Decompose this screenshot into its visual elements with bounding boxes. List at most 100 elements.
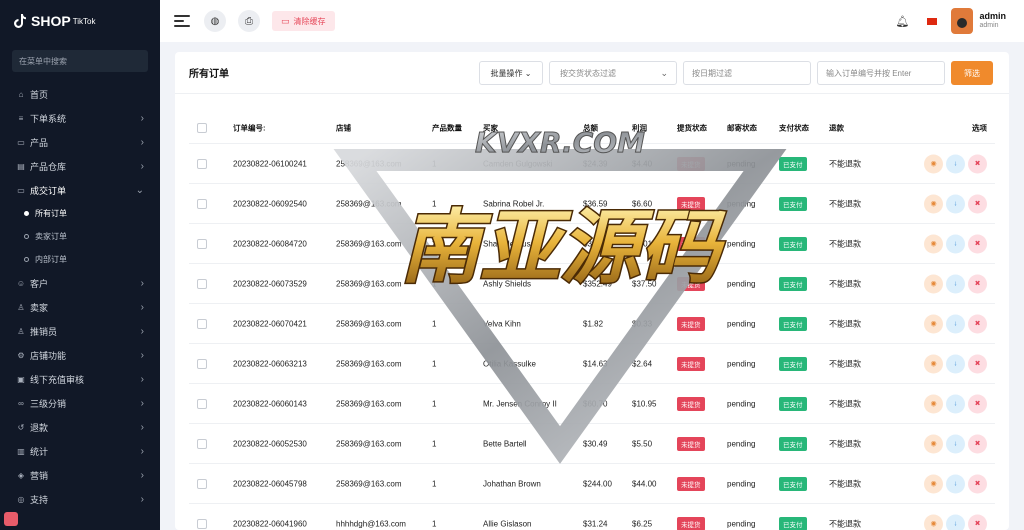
sidebar-item-order-system[interactable]: ≡ 下单系统 › (0, 106, 160, 130)
user-menu[interactable]: admin admin (979, 11, 1006, 30)
delete-button[interactable]: ✖ (968, 434, 987, 453)
row-checkbox[interactable] (197, 358, 207, 369)
view-button[interactable]: ◉ (924, 474, 943, 493)
delete-button[interactable]: ✖ (968, 514, 987, 530)
chevron-right-icon: › (140, 469, 144, 481)
bell-icon[interactable]: 🔔︎ (896, 15, 910, 28)
cell-qty: 1 (432, 359, 437, 368)
col-pay: 支付状态 (779, 123, 809, 133)
sidebar-item-statistics[interactable]: ▥ 统计 › (0, 439, 160, 463)
sidebar-item-promoters[interactable]: ♙ 推销员 › (0, 319, 160, 343)
view-button[interactable]: ◉ (924, 314, 943, 333)
filter-button[interactable]: 筛选 (951, 61, 993, 85)
sidebar-item-warehouse[interactable]: ▤ 产品仓库 › (0, 154, 160, 178)
table-row: 20230822-06060143 258369@163.com 1 Mr. Jens… (189, 384, 995, 424)
batch-actions-button[interactable]: 批量操作 ⌄ (479, 61, 543, 85)
cell-mail-status: pending (727, 319, 756, 328)
brand-logo[interactable]: SHOP TikTok (0, 0, 160, 42)
cell-buyer: Sabrina Robel Jr. (483, 199, 545, 208)
sidebar-item-marketing[interactable]: ◈ 营销 › (0, 463, 160, 487)
order-search-input[interactable] (817, 61, 945, 85)
download-button[interactable]: ↓ (946, 194, 965, 213)
delete-button[interactable]: ✖ (968, 354, 987, 373)
trash-icon: ✖ (974, 520, 981, 528)
clear-cache-button[interactable]: ▭ 清除缓存 (272, 11, 335, 31)
row-checkbox[interactable] (197, 158, 207, 169)
print-button[interactable]: ⎙ (238, 10, 260, 32)
delete-button[interactable]: ✖ (968, 394, 987, 413)
row-checkbox[interactable] (197, 278, 207, 289)
eye-icon: ◉ (930, 480, 937, 488)
language-flag-icon[interactable] (927, 17, 938, 25)
download-button[interactable]: ↓ (946, 394, 965, 413)
sidebar-item-label: 线下充值审核 (30, 374, 85, 385)
view-button[interactable]: ◉ (924, 154, 943, 173)
table-row: 20230822-06041960 hhhhdgh@163.com 1 Allie G… (189, 504, 995, 530)
sidebar-item-shop-functions[interactable]: ⚙ 店铺功能 › (0, 343, 160, 367)
sidebar-subitem-internal-orders[interactable]: 内部订单 (0, 248, 160, 271)
download-button[interactable]: ↓ (946, 474, 965, 493)
chevron-right-icon: › (140, 136, 144, 148)
row-actions: ◉ ↓ ✖ (924, 354, 987, 373)
download-button[interactable]: ↓ (946, 314, 965, 333)
row-checkbox[interactable] (197, 238, 207, 249)
sidebar-item-distribution[interactable]: ∞ 三级分销 › (0, 391, 160, 415)
sidebar-subitem-all-orders[interactable]: 所有订单 (0, 202, 160, 225)
row-checkbox[interactable] (197, 518, 207, 529)
row-checkbox[interactable] (197, 318, 207, 329)
download-button[interactable]: ↓ (946, 274, 965, 293)
cell-profit: $44.00 (632, 479, 657, 488)
cell-order-no: 20230822-06084720 (233, 239, 307, 248)
sidebar-item-sellers[interactable]: ♙ 卖家 › (0, 295, 160, 319)
sidebar-item-orders[interactable]: ▭ 成交订单 ⌄ (0, 178, 160, 202)
sidebar-item-recharge-review[interactable]: ▣ 线下充值审核 › (0, 367, 160, 391)
view-button[interactable]: ◉ (924, 434, 943, 453)
cell-shop: 258369@163.com (336, 399, 402, 408)
delete-button[interactable]: ✖ (968, 474, 987, 493)
view-button[interactable]: ◉ (924, 354, 943, 373)
view-button[interactable]: ◉ (924, 234, 943, 253)
sidebar-item-customers[interactable]: ☺ 客户 › (0, 271, 160, 295)
download-button[interactable]: ↓ (946, 434, 965, 453)
sidebar-item-products[interactable]: ▭ 产品 › (0, 130, 160, 154)
view-button[interactable]: ◉ (924, 394, 943, 413)
menu-toggle-icon[interactable] (174, 15, 190, 27)
trash-icon: ✖ (974, 360, 981, 368)
view-button[interactable]: ◉ (924, 514, 943, 530)
delete-button[interactable]: ✖ (968, 314, 987, 333)
delete-button[interactable]: ✖ (968, 194, 987, 213)
row-actions: ◉ ↓ ✖ (924, 274, 987, 293)
app-badge-icon[interactable] (4, 512, 18, 526)
pickup-status-badge: 未提货 (677, 196, 705, 211)
delete-button[interactable]: ✖ (968, 154, 987, 173)
select-all-checkbox[interactable] (197, 123, 207, 133)
delete-button[interactable]: ✖ (968, 234, 987, 253)
cell-refund: 不能退款 (829, 439, 861, 448)
row-actions: ◉ ↓ ✖ (924, 474, 987, 493)
row-checkbox[interactable] (197, 478, 207, 489)
sidebar-item-label: 退款 (30, 422, 49, 433)
avatar[interactable] (951, 8, 974, 34)
sidebar-menu: ⌂ 首页 ≡ 下单系统 › ▭ 产品 › ▤ 产品仓库 › ▭ 成交订单 ⌄ 所有订单 卖家订单 … (0, 82, 160, 511)
sidebar-item-support[interactable]: ◎ 支持 › (0, 487, 160, 511)
sidebar-item-home[interactable]: ⌂ 首页 (0, 82, 160, 106)
date-filter-input[interactable] (683, 61, 811, 85)
view-button[interactable]: ◉ (924, 274, 943, 293)
sidebar-item-refunds[interactable]: ↺ 退款 › (0, 415, 160, 439)
view-button[interactable]: ◉ (924, 194, 943, 213)
download-button[interactable]: ↓ (946, 234, 965, 253)
delivery-status-select[interactable]: 按交货状态过滤 ⌄ (549, 61, 677, 85)
download-button[interactable]: ↓ (946, 354, 965, 373)
sidebar-search-input[interactable]: 在菜单中搜索 (12, 50, 148, 72)
globe-button[interactable]: ◍ (204, 10, 226, 32)
delete-button[interactable]: ✖ (968, 274, 987, 293)
row-checkbox[interactable] (197, 398, 207, 409)
download-button[interactable]: ↓ (946, 154, 965, 173)
row-checkbox[interactable] (197, 198, 207, 209)
row-checkbox[interactable] (197, 438, 207, 449)
table-row: 20230822-06063213 258369@163.com 1 Otilia K… (189, 344, 995, 384)
sidebar-subitem-seller-orders[interactable]: 卖家订单 (0, 225, 160, 248)
download-button[interactable]: ↓ (946, 514, 965, 530)
cell-refund: 不能退款 (829, 519, 861, 528)
cell-mail-status: pending (727, 199, 756, 208)
